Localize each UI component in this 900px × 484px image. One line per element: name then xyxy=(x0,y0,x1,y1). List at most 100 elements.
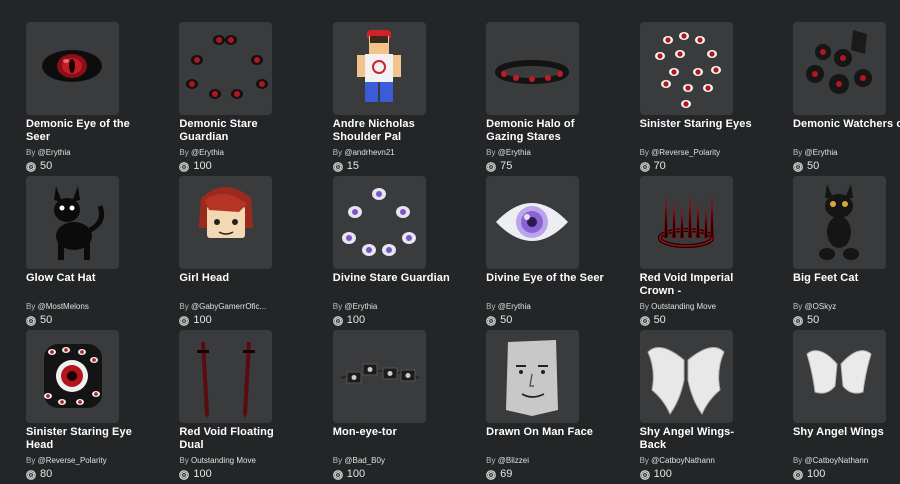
catalog-item-card[interactable]: Red Void Floating Dual By Outstanding Mo… xyxy=(179,330,299,484)
item-thumbnail-angel-wings-icon[interactable] xyxy=(639,330,733,423)
robux-icon xyxy=(332,161,343,172)
item-thumbnail-monitors-icon[interactable] xyxy=(332,330,426,423)
item-price: 50 xyxy=(793,314,900,327)
item-price-value: 100 xyxy=(193,314,212,326)
catalog-item-card[interactable]: Divine Stare Guardian By @Erythia 100 xyxy=(332,176,453,330)
robux-icon xyxy=(332,315,343,326)
item-creator-link[interactable]: @Erythia xyxy=(38,148,71,157)
item-thumbnail-white-eyes-ring-icon[interactable] xyxy=(332,176,426,269)
item-name[interactable]: Red Void Imperial Crown - xyxy=(640,272,758,298)
item-price-value: 75 xyxy=(500,160,513,172)
catalog-item-card[interactable]: Demonic Watchers of By @Erythia 50 xyxy=(792,22,900,176)
item-creator-link[interactable]: @Reverse_Polarity xyxy=(38,456,107,465)
item-creator-prefix: By xyxy=(26,148,36,157)
item-thumbnail-white-eye-icon[interactable] xyxy=(486,176,580,269)
catalog-item-card[interactable]: Demonic Stare Guardian By @Erythia 100 xyxy=(179,22,299,176)
robux-icon xyxy=(793,161,803,172)
item-name[interactable]: Demonic Halo of Gazing Stares xyxy=(486,118,604,144)
item-creator-link[interactable]: @CatboyNathann xyxy=(805,456,869,465)
item-name[interactable]: Shy Angel Wings xyxy=(793,426,900,452)
item-creator-link[interactable]: @OSkyz xyxy=(805,302,837,311)
robux-icon xyxy=(179,315,190,326)
item-creator-link[interactable]: @Bad_B0y xyxy=(344,456,385,465)
catalog-item-card[interactable]: Divine Eye of the Seer By @Erythia 50 xyxy=(486,176,606,330)
item-name[interactable]: Demonic Eye of the Seer xyxy=(26,118,144,144)
catalog-item-card[interactable]: Shy Angel Wings-Back By @CatboyNathann 1… xyxy=(639,330,760,484)
item-price: 100 xyxy=(179,468,299,481)
item-name[interactable]: Demonic Stare Guardian xyxy=(179,118,297,144)
catalog-item-card[interactable]: Girl Head By @GabyGamerrOfic... 100 xyxy=(179,176,299,330)
item-thumbnail-red-eyes-ring-icon[interactable] xyxy=(179,22,273,115)
item-thumbnail-eye-halo-icon[interactable] xyxy=(486,22,580,115)
catalog-item-card[interactable]: Big Feet Cat By @OSkyz 50 xyxy=(792,176,900,330)
item-creator: By @GabyGamerrOfic... xyxy=(179,302,297,312)
item-creator-prefix: By xyxy=(486,302,496,311)
item-thumbnail-red-eye-icon[interactable] xyxy=(26,22,119,115)
item-thumbnail-dark-eye-orbs-icon[interactable] xyxy=(792,22,886,115)
item-thumbnail-paper-face-icon[interactable] xyxy=(486,330,580,423)
item-price-value: 50 xyxy=(40,160,53,172)
item-creator: By @Reverse_Polarity xyxy=(640,148,758,158)
catalog-item-card[interactable]: Andre Nicholas Shoulder Pal By @andrhevn… xyxy=(332,22,453,176)
catalog-item-card[interactable]: Demonic Halo of Gazing Stares By @Erythi… xyxy=(486,22,606,176)
item-creator-link[interactable]: Outstanding Move xyxy=(651,302,716,311)
item-creator-link[interactable]: @Blizzei xyxy=(498,456,529,465)
item-name[interactable]: Drawn On Man Face xyxy=(486,426,604,452)
item-name[interactable]: Demonic Watchers of xyxy=(793,118,900,144)
item-creator-link[interactable]: @andrhevn21 xyxy=(344,148,394,157)
item-name[interactable]: Divine Eye of the Seer xyxy=(486,272,604,298)
item-creator: By @Bad_B0y xyxy=(333,456,451,466)
item-creator: By @Reverse_Polarity xyxy=(26,456,144,466)
item-name[interactable]: Big Feet Cat xyxy=(793,272,900,298)
item-creator-link[interactable]: Outstanding Move xyxy=(191,456,256,465)
item-creator-link[interactable]: @Erythia xyxy=(191,148,224,157)
item-price: 50 xyxy=(26,160,146,173)
catalog-item-card[interactable]: Demonic Eye of the Seer By @Erythia 50 xyxy=(26,22,146,176)
item-price: 15 xyxy=(332,160,453,173)
item-creator-link[interactable]: @Erythia xyxy=(805,148,838,157)
robux-icon xyxy=(26,315,36,326)
catalog-item-card[interactable]: Sinister Staring Eye Head By @Reverse_Po… xyxy=(26,330,146,484)
item-name[interactable]: Mon-eye-tor xyxy=(333,426,451,452)
item-creator-link[interactable]: @Reverse_Polarity xyxy=(651,148,720,157)
item-price: 100 xyxy=(179,160,299,173)
item-thumbnail-black-cat-icon[interactable] xyxy=(26,176,119,269)
item-thumbnail-eye-head-icon[interactable] xyxy=(26,330,119,423)
item-thumbnail-angel-wings-small-icon[interactable] xyxy=(792,330,886,423)
item-creator-link[interactable]: @CatboyNathann xyxy=(651,456,715,465)
item-thumbnail-girl-head-icon[interactable] xyxy=(179,176,273,269)
item-name[interactable]: Glow Cat Hat xyxy=(26,272,144,298)
item-creator-link[interactable]: @Erythia xyxy=(344,302,377,311)
catalog-item-card[interactable]: Shy Angel Wings By @CatboyNathann 100 xyxy=(792,330,900,484)
item-creator: By @Blizzei xyxy=(486,456,604,466)
item-creator-link[interactable]: @Erythia xyxy=(498,148,531,157)
item-price-value: 100 xyxy=(346,468,366,480)
catalog-item-card[interactable]: Drawn On Man Face By @Blizzei 69 xyxy=(486,330,606,484)
item-creator-prefix: By xyxy=(792,148,803,157)
item-thumbnail-dual-swords-icon[interactable] xyxy=(179,330,273,423)
item-name[interactable]: Sinister Staring Eyes xyxy=(640,118,758,144)
item-name[interactable]: Shy Angel Wings-Back xyxy=(640,426,758,452)
item-price-value: 100 xyxy=(806,468,826,480)
item-name[interactable]: Red Void Floating Dual xyxy=(179,426,297,452)
catalog-grid: Demonic Eye of the Seer By @Erythia 50 D… xyxy=(26,22,900,484)
catalog-item-card[interactable]: Red Void Imperial Crown - By Outstanding… xyxy=(639,176,760,330)
item-price-value: 50 xyxy=(500,314,513,326)
item-name[interactable]: Divine Stare Guardian xyxy=(333,272,451,298)
catalog-item-card[interactable]: Sinister Staring Eyes By @Reverse_Polari… xyxy=(639,22,760,176)
item-thumbnail-spike-crown-icon[interactable] xyxy=(639,176,733,269)
item-name[interactable]: Girl Head xyxy=(179,272,297,298)
item-creator-prefix: By xyxy=(639,302,649,311)
item-creator-link[interactable]: @Erythia xyxy=(498,302,531,311)
item-thumbnail-avatar-figure-icon[interactable] xyxy=(332,22,426,115)
catalog-item-card[interactable]: Glow Cat Hat By @MostMelons 50 xyxy=(26,176,146,330)
catalog-item-card[interactable]: Mon-eye-tor By @Bad_B0y 100 xyxy=(332,330,453,484)
item-thumbnail-many-red-eyes-icon[interactable] xyxy=(639,22,733,115)
item-thumbnail-big-feet-cat-icon[interactable] xyxy=(792,176,886,269)
robux-icon xyxy=(486,315,497,326)
item-price: 100 xyxy=(793,468,900,481)
item-name[interactable]: Sinister Staring Eye Head xyxy=(26,426,144,452)
item-creator-link[interactable]: @GabyGamerrOfic... xyxy=(191,302,266,311)
item-creator-link[interactable]: @MostMelons xyxy=(38,302,89,311)
item-name[interactable]: Andre Nicholas Shoulder Pal xyxy=(333,118,451,144)
